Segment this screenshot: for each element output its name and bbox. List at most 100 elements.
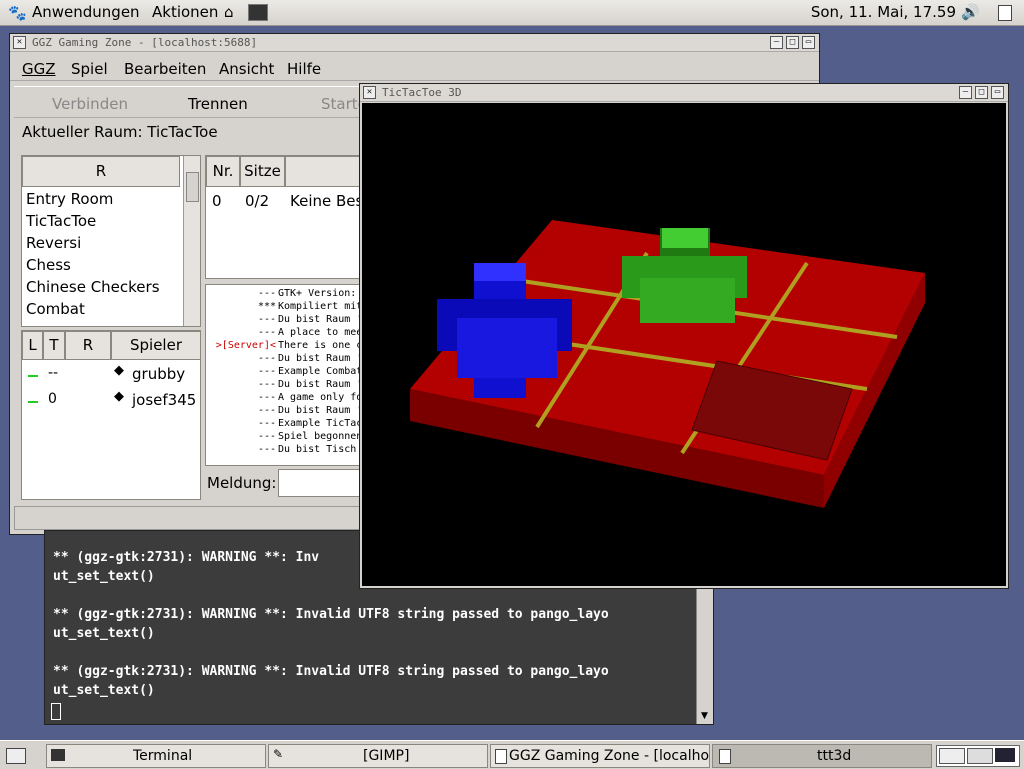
- chat-prefix: ***: [257, 301, 276, 312]
- chat-text: Example TicTac: [278, 418, 363, 429]
- minimize-icon[interactable]: –: [959, 86, 972, 99]
- close-icon[interactable]: ✕: [13, 36, 26, 49]
- chat-text: Du bist Raum ': [278, 353, 363, 364]
- room-list-header[interactable]: R: [22, 156, 180, 187]
- shade-icon[interactable]: ▭: [991, 86, 1004, 99]
- chat-text: There is one c: [278, 340, 363, 351]
- tables-header-seats[interactable]: Sitze: [240, 156, 285, 187]
- player-name[interactable]: josef345: [132, 391, 196, 409]
- room-list-item[interactable]: TicTacToe: [26, 212, 96, 230]
- workspace-2[interactable]: [967, 748, 993, 764]
- notification-area-icon[interactable]: [998, 5, 1012, 21]
- task-gimp[interactable]: ✎ [GIMP]: [268, 744, 488, 768]
- home-icon[interactable]: ⌂: [224, 3, 242, 21]
- lag-indicator: [28, 375, 38, 377]
- chat-prefix: ---: [257, 431, 276, 442]
- players-header-lag[interactable]: L: [22, 331, 43, 360]
- menu-hilfe[interactable]: Hilfe: [287, 60, 321, 78]
- message-input[interactable]: [278, 469, 370, 497]
- ggz-menubar: GGZ Spiel Bearbeiten Ansicht Hilfe: [10, 54, 819, 81]
- chat-text: Kompiliert mit: [278, 301, 363, 312]
- workspace-switcher[interactable]: [936, 745, 1020, 767]
- chat-text: Spiel begonnen: [278, 431, 363, 442]
- terminal-icon: [51, 749, 65, 761]
- players-header-table[interactable]: T: [43, 331, 65, 360]
- disconnect-button[interactable]: Trennen: [188, 95, 248, 113]
- top-panel: 🐾 Anwendungen Aktionen ⌂ Son, 11. Mai, 1…: [0, 0, 1024, 26]
- chat-prefix: ---: [257, 327, 276, 338]
- chat-text: Example Combat: [278, 366, 363, 377]
- terminal-line: ** (ggz-gtk:2731): WARNING **: Invalid U…: [53, 607, 609, 622]
- ggz-titlebar[interactable]: ✕ GGZ Gaming Zone - [localhost:5688] – □…: [10, 34, 819, 52]
- ggz-title: GGZ Gaming Zone - [localhost:5688]: [32, 36, 258, 49]
- player-list: L T R Spieler -- ◆ grubby 0 ◆ josef345: [21, 330, 201, 500]
- chat-text: Du bist Raum ': [278, 314, 363, 325]
- menu-bearbeiten[interactable]: Bearbeiten: [124, 60, 206, 78]
- terminal-line: ut_set_text(): [53, 569, 155, 584]
- volume-icon[interactable]: 🔊: [961, 3, 980, 21]
- connect-button[interactable]: Verbinden: [52, 95, 128, 113]
- table-row-nr[interactable]: 0: [212, 192, 222, 210]
- menu-spiel[interactable]: Spiel: [71, 60, 108, 78]
- room-list-item[interactable]: Chinese Checkers: [26, 278, 160, 296]
- room-list-item[interactable]: Chess: [26, 256, 71, 274]
- chat-text: GTK+ Version:: [278, 288, 357, 299]
- window-icon: [719, 749, 731, 764]
- actions-menu[interactable]: Aktionen: [152, 3, 218, 21]
- shade-icon[interactable]: ▭: [802, 36, 815, 49]
- minimize-icon[interactable]: –: [770, 36, 783, 49]
- chat-prefix: ---: [257, 379, 276, 390]
- terminal-line: ** (ggz-gtk:2731): WARNING **: Inv: [53, 550, 320, 565]
- maximize-icon[interactable]: □: [975, 86, 988, 99]
- ttt-titlebar[interactable]: ✕ TicTacToe 3D – □ ▭: [360, 84, 1008, 102]
- table-row-desc[interactable]: Keine Bes: [290, 192, 363, 210]
- chat-log[interactable]: --- GTK+ Version: *** Kompiliert mit --- Du b…: [205, 284, 367, 466]
- workspace-3[interactable]: [995, 748, 1015, 762]
- menu-ggz[interactable]: GGZ: [22, 60, 56, 78]
- chat-text: Du bist Tisch: [278, 444, 357, 455]
- tables-header-nr[interactable]: Nr.: [206, 156, 240, 187]
- current-room-label: Aktueller Raum: TicTacToe: [22, 123, 218, 141]
- maximize-icon[interactable]: □: [786, 36, 799, 49]
- clock[interactable]: Son, 11. Mai, 17.59: [811, 3, 956, 21]
- tables-header-desc[interactable]: [285, 156, 366, 187]
- table-list: Nr. Sitze 0 0/2 Keine Bes: [205, 155, 367, 279]
- player-table: 0: [48, 391, 57, 407]
- players-header-rank[interactable]: R: [65, 331, 111, 360]
- player-name[interactable]: grubby: [132, 365, 185, 383]
- chat-prefix: ---: [257, 366, 276, 377]
- show-desktop-icon[interactable]: [6, 748, 26, 764]
- terminal-line: ut_set_text(): [53, 626, 155, 641]
- room-list-item[interactable]: Entry Room: [26, 190, 113, 208]
- close-icon[interactable]: ✕: [363, 86, 376, 99]
- bottom-panel: Terminal ✎ [GIMP] GGZ Gaming Zone - [loc…: [0, 740, 1024, 769]
- task-terminal[interactable]: Terminal: [46, 744, 266, 768]
- game-canvas[interactable]: [362, 103, 1006, 586]
- scroll-down-icon[interactable]: ▼: [699, 711, 710, 722]
- terminal-launcher-icon[interactable]: [248, 4, 268, 21]
- workspace-1[interactable]: [939, 748, 965, 764]
- chat-prefix: ---: [257, 405, 276, 416]
- gnome-foot-icon[interactable]: 🐾: [8, 4, 27, 22]
- room-list-scrollbar[interactable]: [183, 156, 200, 326]
- applications-menu[interactable]: Anwendungen: [32, 3, 140, 21]
- chat-text: A place to mee: [278, 327, 363, 338]
- chat-prefix: ---: [257, 288, 276, 299]
- room-list-item[interactable]: Combat: [26, 300, 85, 318]
- chat-prefix: ---: [257, 418, 276, 429]
- player-type-icon: ◆: [114, 363, 124, 378]
- players-header-name[interactable]: Spieler: [111, 331, 200, 360]
- menu-ansicht[interactable]: Ansicht: [219, 60, 274, 78]
- room-list-item[interactable]: Reversi: [26, 234, 81, 252]
- room-list: R Entry Room TicTacToe Reversi Chess Chinese…: [21, 155, 201, 327]
- task-ttt3d[interactable]: ttt3d: [712, 744, 932, 768]
- terminal-line: ut_set_text(): [53, 683, 155, 698]
- task-ggz[interactable]: GGZ Gaming Zone - [localho: [490, 744, 710, 768]
- chat-text: Du bist Raum ': [278, 379, 363, 390]
- chat-prefix: >[Server]<: [215, 340, 276, 351]
- scrollbar-thumb[interactable]: [186, 172, 199, 202]
- table-row-seats[interactable]: 0/2: [245, 192, 269, 210]
- terminal-cursor: [51, 703, 61, 720]
- lag-indicator: [28, 401, 38, 403]
- ttt-title: TicTacToe 3D: [382, 86, 462, 99]
